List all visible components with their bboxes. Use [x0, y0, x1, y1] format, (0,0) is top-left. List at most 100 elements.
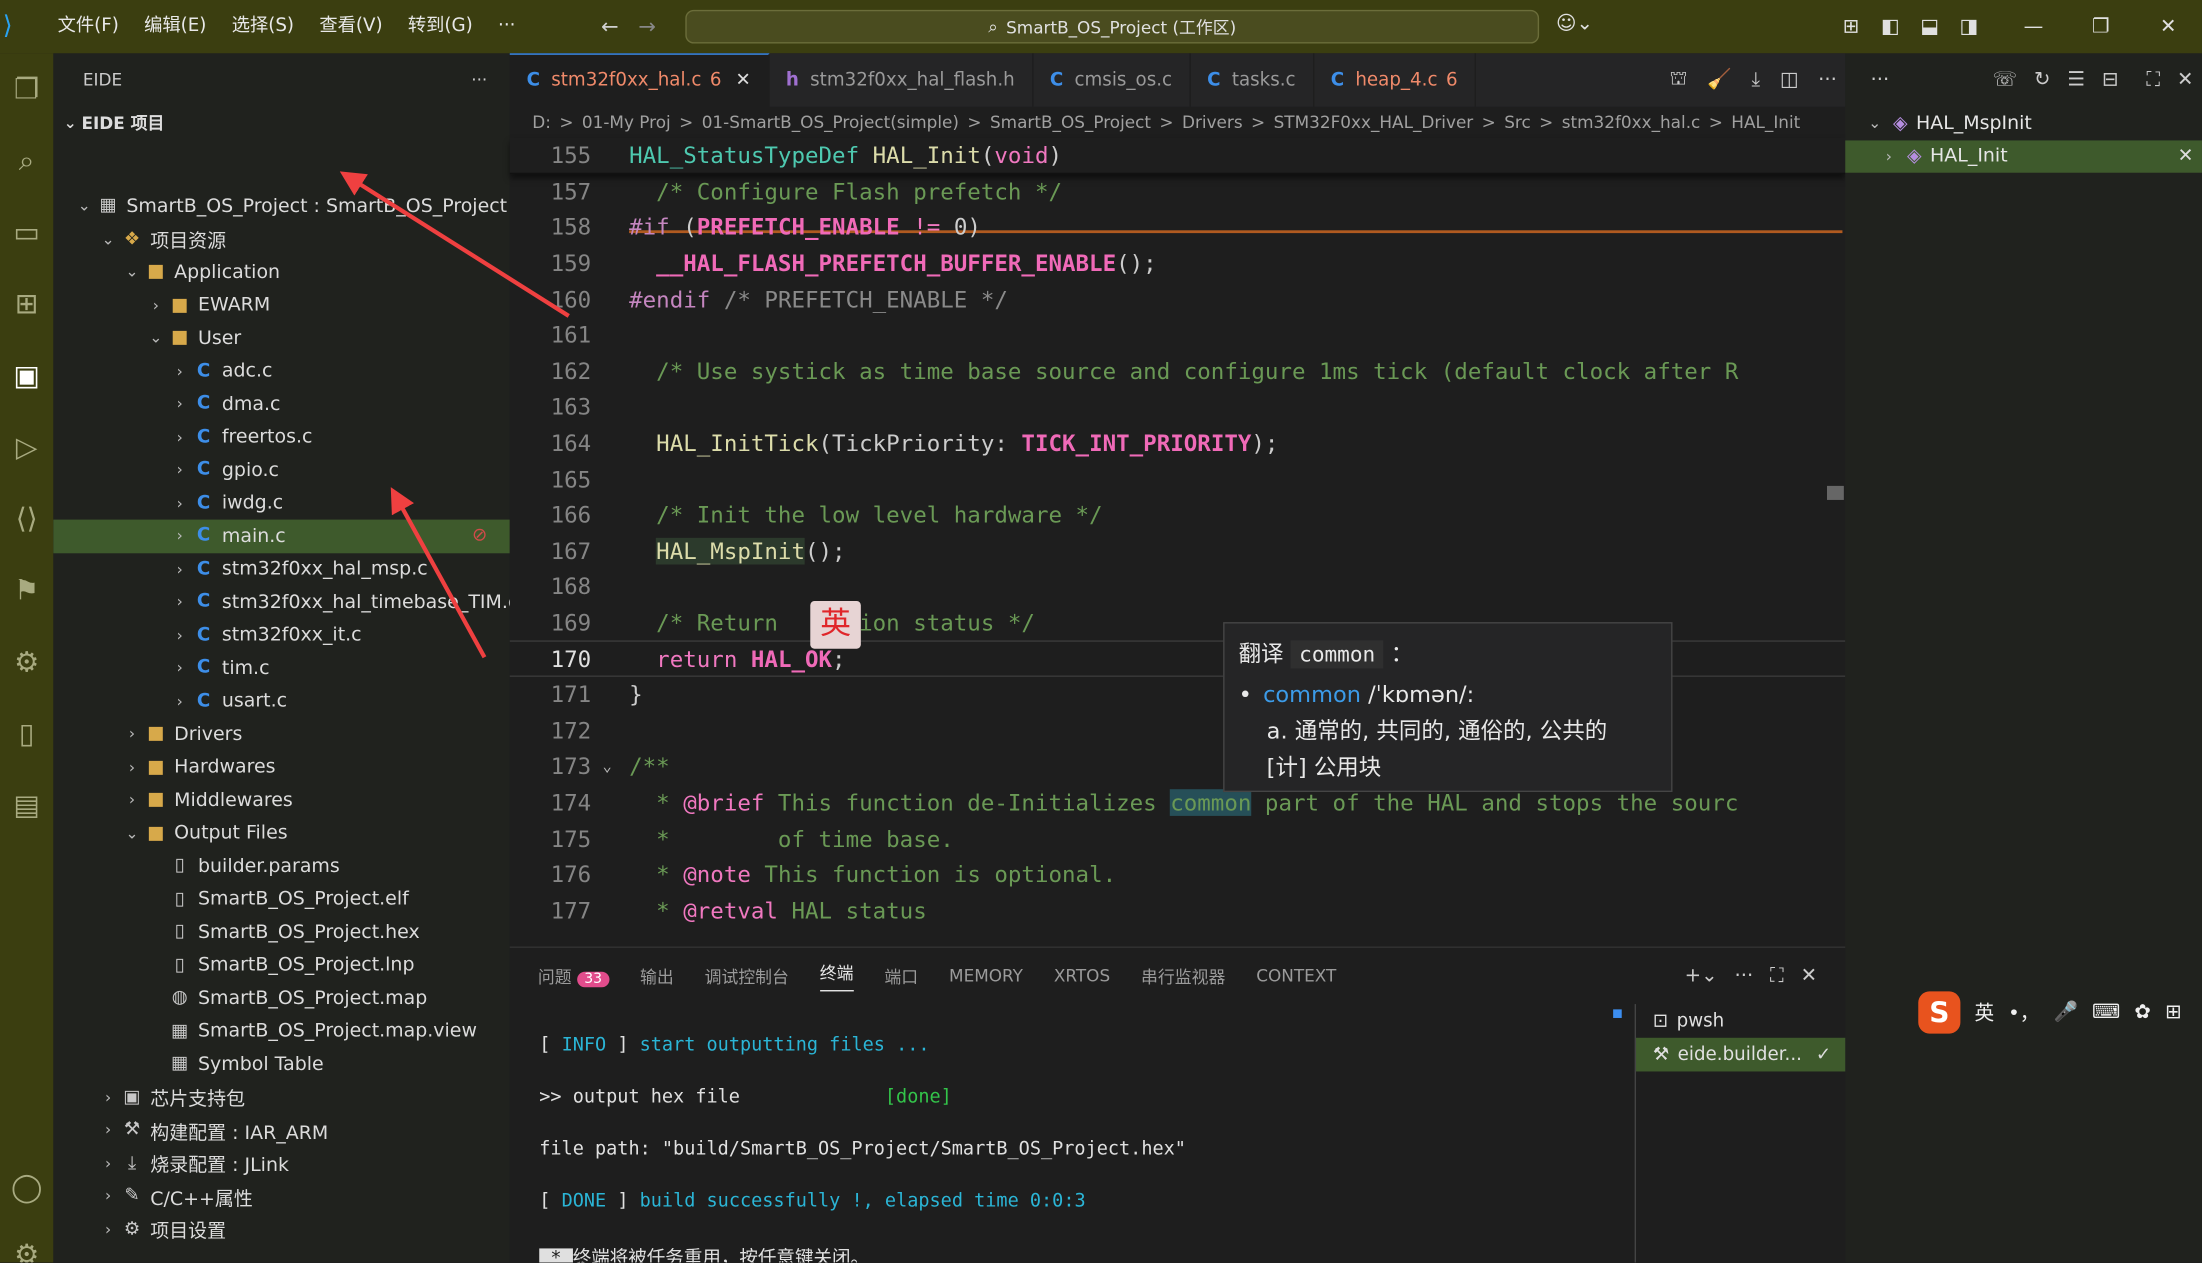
clean-icon[interactable]: 🧹 [1707, 69, 1731, 91]
toggle-primary-sidebar-icon[interactable]: ◧ [1871, 15, 1910, 37]
tree-item[interactable]: › ▣ 芯片支持包 [53, 1081, 509, 1114]
tree-item[interactable]: › Cstm32f0xx_hal_timebase_TIM.c [53, 586, 519, 619]
refresh-icon[interactable]: ↻ [2034, 69, 2050, 91]
chevron-down-icon[interactable]: ⌄ [121, 263, 143, 281]
tree-item[interactable]: › Ctim.c [53, 652, 509, 685]
code-line[interactable]: 168 [510, 569, 1845, 605]
sidebar-more-button[interactable]: ··· [471, 70, 487, 90]
close-tab-icon[interactable]: ✕ [736, 70, 751, 91]
minimize-icon[interactable]: — [2000, 15, 2067, 37]
tree-item[interactable]: › ⚒ 构建配置 : IAR_ARM [53, 1114, 509, 1147]
account-icon[interactable]: ◯ [0, 1159, 53, 1215]
tree-item[interactable]: ▯ SmartB_OS_Project.lnp [53, 949, 509, 982]
menu-file[interactable]: 文件(F) [45, 0, 132, 53]
tree-item[interactable]: › ■ EWARM [53, 289, 509, 322]
breadcrumb-item[interactable]: Src [1504, 112, 1531, 132]
tree-item[interactable]: ⌄ ■ User [53, 322, 509, 355]
copilot-icon[interactable]: ☺⌄ [1556, 13, 1593, 35]
maximize-icon[interactable]: ⛶ [2146, 69, 2160, 91]
tree-item[interactable]: › ⤓ 烧录配置 : JLink [53, 1147, 509, 1180]
tree-item[interactable]: › Cfreertos.c [53, 421, 509, 454]
code-line[interactable]: 167 HAL_MspInit(); [510, 533, 1845, 569]
breadcrumb-item[interactable]: Drivers [1182, 112, 1243, 132]
ime-punct[interactable]: •， [2008, 998, 2039, 1026]
notes-icon[interactable]: ▤ [0, 777, 53, 833]
tree-item[interactable]: ▦ SmartB_OS_Project.map.view [53, 1015, 509, 1048]
git-graph-icon[interactable]: ⚙ [0, 633, 53, 689]
chevron-right-icon[interactable]: › [97, 1121, 119, 1139]
terminal-output[interactable]: [ INFO ] start outputting files ... >> ou… [539, 1035, 1186, 1263]
chevron-right-icon[interactable]: › [169, 461, 191, 479]
tree-item[interactable]: ▯ builder.params [53, 850, 509, 883]
breadcrumb-item[interactable]: HAL_Init [1731, 112, 1800, 132]
code-line[interactable]: 176 * @note This function is optional. [510, 857, 1845, 893]
tree-item[interactable]: ◍ SmartB_OS_Project.map [53, 982, 509, 1015]
source-code-icon[interactable]: ⟨⟩ [0, 490, 53, 546]
code-line[interactable]: 162 /* Use systick as time base source a… [510, 353, 1845, 389]
breadcrumb-item[interactable]: stm32f0xx_hal.c [1562, 112, 1701, 132]
code-line[interactable]: 157 /* Configure Flash prefetch */ [510, 174, 1845, 210]
ime-lang[interactable]: 英 [1974, 998, 1994, 1026]
outline-more-button[interactable]: ··· [1871, 69, 1890, 91]
search-view-icon[interactable]: ⌕ [0, 132, 53, 188]
chevron-right-icon[interactable]: › [169, 659, 191, 677]
code-line[interactable]: 166 /* Init the low level hardware */ [510, 497, 1845, 533]
breadcrumb-item[interactable]: D: [532, 112, 551, 132]
breadcrumb-item[interactable]: 01-My Proj [582, 112, 671, 132]
tree-item[interactable]: › Cstm32f0xx_hal_msp.c [53, 553, 509, 586]
call-hierarchy-icon[interactable]: ☏ [1993, 69, 2018, 91]
tree-item[interactable]: › Cusart.c [53, 685, 509, 718]
chevron-right-icon[interactable]: › [169, 362, 191, 380]
tree-item[interactable]: ⌄ ▦ SmartB_OS_Project : SmartB_OS_Project [53, 190, 509, 223]
chevron-right-icon[interactable]: › [169, 626, 191, 644]
tree-item[interactable]: ⌄ ■ Application [53, 256, 509, 289]
tree-item[interactable]: › Cadc.c [53, 355, 509, 388]
more-actions-icon[interactable]: ··· [1818, 69, 1837, 91]
settings-gear-icon[interactable]: ⚙ [0, 1226, 53, 1262]
forward-arrow-icon[interactable]: → [638, 14, 656, 39]
back-arrow-icon[interactable]: ← [601, 14, 619, 39]
outline-item-selected[interactable]: › ◈ HAL_Init ✕ [1845, 139, 2202, 173]
chevron-down-icon[interactable]: ⌄ [73, 197, 95, 215]
chevron-right-icon[interactable]: › [97, 1088, 119, 1106]
extensions-icon[interactable]: ⊞ [0, 275, 53, 331]
tree-item[interactable]: › ■ Drivers [53, 718, 509, 751]
toolbox-icon[interactable]: ⊞ [2165, 1001, 2181, 1023]
tree-item[interactable]: › Cstm32f0xx_it.c [53, 619, 509, 652]
chevron-down-icon[interactable]: ⌄ [121, 824, 143, 842]
eide-chip-icon[interactable]: ▣ [0, 347, 53, 403]
skin-icon[interactable]: ✿ [2134, 1001, 2150, 1023]
code-line[interactable]: 164 HAL_InitTick(TickPriority: TICK_INT_… [510, 425, 1845, 461]
terminal-session-eide[interactable]: ⚒ eide.builder... ✓ [1636, 1037, 1846, 1072]
chevron-right-icon[interactable]: › [97, 1154, 119, 1172]
chevron-right-icon[interactable]: › [169, 692, 191, 710]
menu-go[interactable]: 转到(G) [395, 0, 485, 53]
maximize-panel-icon[interactable]: ⛶ [1770, 965, 1784, 987]
terminal-session-pwsh[interactable]: ⊡ pwsh [1636, 1004, 1845, 1038]
bookmark-icon[interactable]: ⚑ [0, 562, 53, 618]
tree-item[interactable]: ▦ Symbol Table [53, 1048, 509, 1081]
tree-item[interactable]: › ■ Hardwares [53, 751, 509, 784]
tab-serial-monitor[interactable]: 串行监视器 [1141, 964, 1225, 988]
code-line[interactable]: 158 #if (PREFETCH_ENABLE != 0) [510, 210, 1845, 246]
sticky-scroll-line[interactable]: 155 HAL_StatusTypeDef HAL_Init(void) [509, 137, 1846, 174]
menu-view[interactable]: 查看(V) [307, 0, 396, 53]
breadcrumb-item[interactable]: STM32F0xx_HAL_Driver [1274, 112, 1474, 132]
filter-icon[interactable]: ☰ [2067, 69, 2085, 91]
layout-customize-icon[interactable]: ⊞ [1831, 15, 1870, 37]
chevron-right-icon[interactable]: › [121, 725, 143, 743]
close-outline-icon[interactable]: ✕ [2177, 69, 2193, 91]
mic-icon[interactable]: 🎤 [2053, 1001, 2077, 1023]
code-line[interactable]: 161 [510, 317, 1845, 353]
chevron-right-icon[interactable]: › [169, 395, 191, 413]
menu-selection[interactable]: 选择(S) [219, 0, 307, 53]
code-line[interactable]: 175 * of time base. [510, 821, 1845, 857]
editor-tab[interactable]: h stm32f0xx_hal_flash.h [769, 53, 1033, 107]
tab-terminal[interactable]: 终端 [819, 961, 854, 992]
collapse-all-icon[interactable]: ⊟ [2102, 69, 2118, 91]
new-terminal-icon[interactable]: +⌄ [1685, 965, 1718, 987]
toggle-secondary-sidebar-icon[interactable]: ◨ [1949, 15, 1988, 37]
tab-xrtos[interactable]: XRTOS [1054, 966, 1110, 986]
close-icon[interactable]: ✕ [2178, 145, 2194, 167]
chevron-right-icon[interactable]: › [169, 428, 191, 446]
